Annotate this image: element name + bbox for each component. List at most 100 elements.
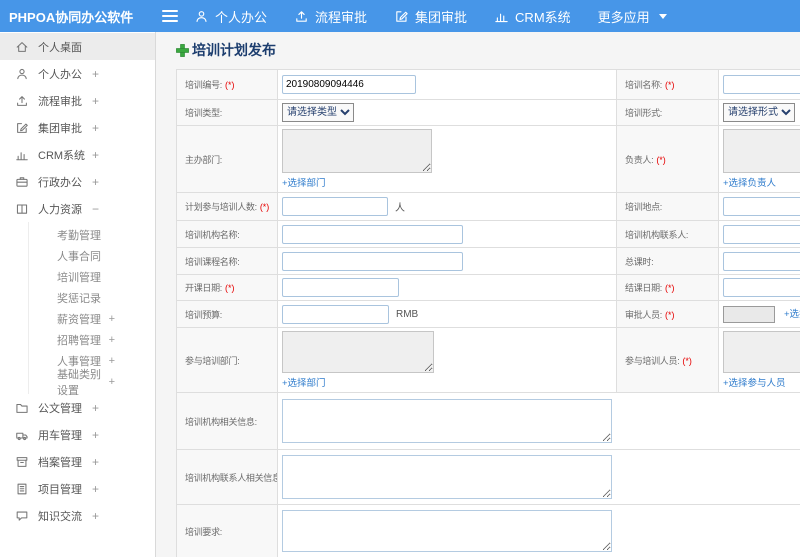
- edit-icon: [394, 9, 409, 24]
- requirements-label: 培训要求:: [176, 504, 278, 557]
- org-contact-label: 培训机构联系人:: [616, 220, 719, 248]
- flow-icon: [294, 9, 309, 24]
- topbar-menu-item-0[interactable]: 个人办公: [194, 7, 267, 26]
- required-mark: (*): [665, 309, 675, 320]
- topbar-menu-label: 个人办公: [215, 9, 268, 25]
- form-row-7: 培训预算: RMB 审批人员:(*) +选择审批人员: [176, 300, 800, 328]
- sidebar-subitem-6-3[interactable]: 奖惩记录: [29, 287, 155, 308]
- form-row-4: 培训机构名称: 培训机构联系人:: [176, 220, 800, 248]
- planned-participants-input[interactable]: [282, 197, 388, 216]
- required-mark: (*): [682, 355, 692, 366]
- training-no-input[interactable]: [282, 75, 416, 94]
- sidebar-sublist: 考勤管理 人事合同 培训管理 奖惩记录 薪资管理 + 招聘管理 + 人事管理 + 基础类别设置 +: [28, 222, 155, 397]
- total-hours-input[interactable]: [723, 251, 800, 271]
- leader-select-link[interactable]: +选择负责人: [723, 178, 776, 189]
- topbar-menu-item-1[interactable]: 流程审批: [294, 7, 367, 26]
- budget-input[interactable]: [282, 304, 389, 324]
- sidebar-subitem-label: 基础类别设置: [57, 368, 101, 397]
- sidebar-item-11[interactable]: 知识交流 +: [0, 502, 155, 529]
- expand-toggle-icon[interactable]: +: [109, 313, 115, 325]
- org-contact-input[interactable]: [723, 224, 800, 244]
- expand-toggle-icon[interactable]: +: [109, 355, 115, 367]
- sidebar-subitem-6-2[interactable]: 培训管理: [29, 266, 155, 287]
- topbar-menu-item-3[interactable]: CRM系统: [494, 7, 571, 26]
- sidebar-subitem-6-7[interactable]: 基础类别设置 +: [29, 369, 155, 397]
- plus-icon: [176, 43, 189, 57]
- expand-toggle-icon[interactable]: −: [92, 202, 99, 216]
- topbar-menu: 个人办公 流程审批 集团审批 CRM系统 更多应用: [194, 7, 667, 26]
- expand-toggle-icon[interactable]: +: [92, 482, 99, 496]
- flow-icon: [15, 94, 29, 108]
- training-name-input[interactable]: [723, 75, 800, 94]
- org-info-textarea[interactable]: [282, 399, 612, 443]
- org-contact-info-textarea[interactable]: [282, 455, 612, 499]
- car-icon: [15, 428, 29, 442]
- training-form-label: 培训形式:: [616, 99, 719, 126]
- participating-depts-select-link[interactable]: +选择部门: [282, 378, 326, 389]
- chart-icon: [494, 9, 509, 24]
- expand-toggle-icon[interactable]: +: [92, 121, 99, 135]
- sidebar-subitem-6-1[interactable]: 人事合同: [29, 245, 155, 266]
- host-dept-link-row: +选择部门: [282, 175, 612, 189]
- expand-toggle-icon[interactable]: +: [92, 67, 99, 81]
- host-dept-box[interactable]: [282, 129, 432, 173]
- expand-toggle-icon[interactable]: +: [92, 175, 99, 189]
- expand-toggle-icon[interactable]: +: [109, 334, 115, 346]
- participating-depts-box[interactable]: [282, 331, 434, 373]
- expand-toggle-icon[interactable]: +: [92, 455, 99, 469]
- main-content: 培训计划发布 培训编号:(*) 培训名称:(*) 培训类型:请选择类型 培训形式:请选…: [156, 32, 800, 557]
- sidebar-item-2[interactable]: 流程审批 +: [0, 87, 155, 114]
- user-icon: [15, 67, 29, 81]
- sidebar-item-0[interactable]: 个人桌面: [0, 33, 155, 60]
- training-form-select[interactable]: 请选择形式: [723, 103, 795, 122]
- expand-toggle-icon[interactable]: +: [92, 428, 99, 442]
- app-logo: PHPOA协同办公软件: [9, 9, 134, 25]
- participants-box[interactable]: [723, 331, 800, 373]
- form-row-0: 培训编号:(*) 培训名称:(*): [176, 69, 800, 100]
- topbar-menu-item-2[interactable]: 集团审批: [394, 7, 467, 26]
- host-dept-select-link[interactable]: +选择部门: [282, 178, 326, 189]
- participants-field-cell: +选择参与人员: [718, 327, 800, 393]
- topbar-menu-label: 集团审批: [415, 9, 468, 25]
- sidebar-item-label: 公文管理: [38, 402, 82, 415]
- expand-toggle-icon[interactable]: +: [92, 94, 99, 108]
- sidebar-item-6[interactable]: 人力资源 −: [0, 195, 155, 222]
- training-name-label: 培训名称: (*): [616, 69, 719, 100]
- sidebar-item-4[interactable]: CRM系统 +: [0, 141, 155, 168]
- training-place-field-cell: [718, 192, 800, 221]
- sidebar-item-3[interactable]: 集团审批 +: [0, 114, 155, 141]
- end-date-input[interactable]: [723, 278, 800, 297]
- training-no-field-cell: [277, 69, 617, 100]
- hamburger-icon[interactable]: [162, 7, 178, 25]
- approver-select-link[interactable]: +选择审批人员: [784, 309, 800, 320]
- approver-box[interactable]: [723, 305, 775, 323]
- expand-toggle-icon[interactable]: +: [92, 148, 99, 162]
- form-row-8: 参与培训部门: +选择部门 参与培训人员: (*) +选择参与人员: [176, 327, 800, 393]
- start-date-input[interactable]: [282, 278, 399, 297]
- sidebar-item-label: 项目管理: [38, 483, 82, 496]
- sidebar-item-8[interactable]: 用车管理 +: [0, 421, 155, 448]
- sidebar-item-9[interactable]: 档案管理 +: [0, 448, 155, 475]
- requirements-textarea[interactable]: [282, 510, 612, 552]
- expand-toggle-icon[interactable]: +: [92, 401, 99, 415]
- participants-select-link[interactable]: +选择参与人员: [723, 378, 786, 389]
- sidebar-subitem-6-0[interactable]: 考勤管理: [29, 224, 155, 245]
- training-place-input[interactable]: [723, 197, 800, 216]
- leader-link-row: +选择负责人: [723, 175, 800, 189]
- sidebar-subitem-6-4[interactable]: 薪资管理 +: [29, 308, 155, 329]
- sidebar-item-5[interactable]: 行政办公 +: [0, 168, 155, 195]
- expand-toggle-icon[interactable]: +: [92, 509, 99, 523]
- sidebar-item-7[interactable]: 公文管理 +: [0, 394, 155, 421]
- required-mark: (*): [665, 283, 675, 293]
- sidebar-item-1[interactable]: 个人办公 +: [0, 60, 155, 87]
- expand-toggle-icon[interactable]: +: [109, 376, 115, 388]
- org-name-input[interactable]: [282, 224, 463, 244]
- sidebar-item-10[interactable]: 项目管理 +: [0, 475, 155, 502]
- form-row-5: 培训课程名称: 总课时:: [176, 247, 800, 275]
- training-type-select[interactable]: 请选择类型: [282, 103, 354, 122]
- user-icon: [194, 9, 209, 24]
- topbar-menu-item-4[interactable]: 更多应用: [598, 7, 667, 26]
- leader-box[interactable]: [723, 129, 800, 173]
- course-name-input[interactable]: [282, 251, 463, 271]
- sidebar-subitem-6-5[interactable]: 招聘管理 +: [29, 329, 155, 350]
